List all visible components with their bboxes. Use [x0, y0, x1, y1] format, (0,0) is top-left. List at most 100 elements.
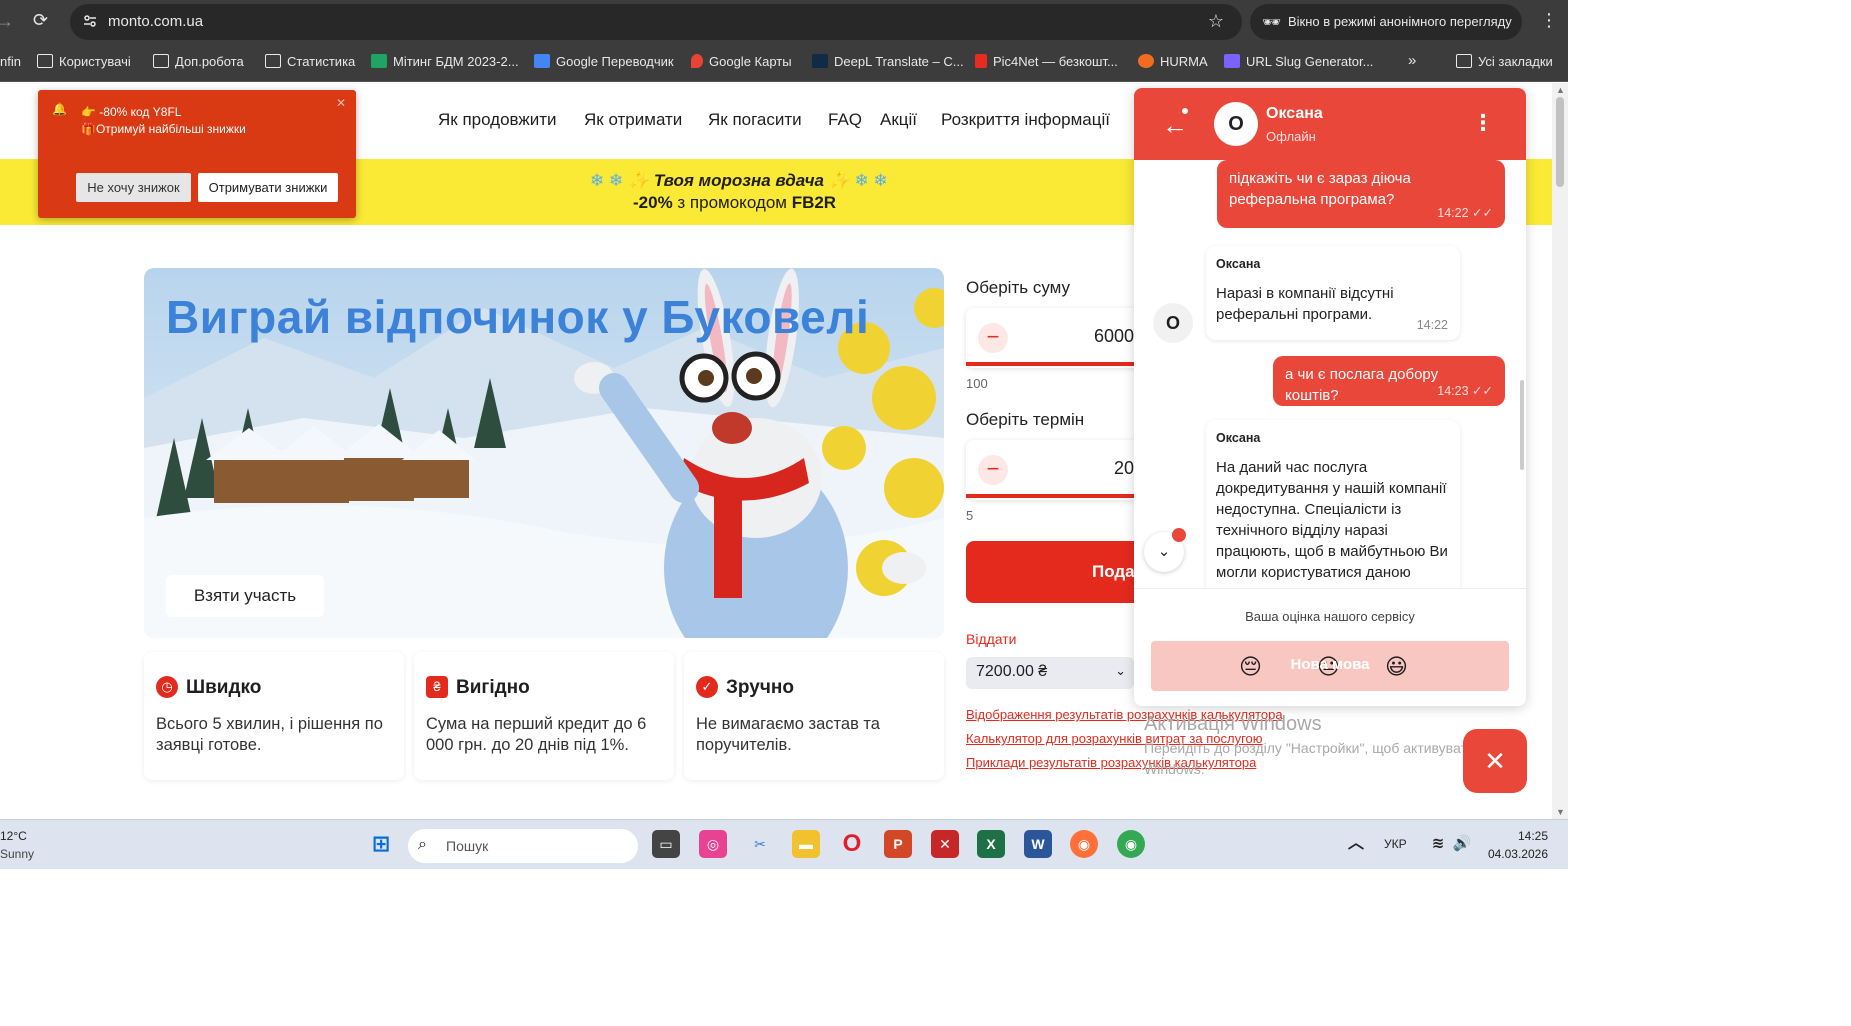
amount-label: Оберіть суму	[966, 278, 1071, 297]
reload-icon[interactable]: ⟳	[33, 10, 48, 31]
back-arrow-icon[interactable]: →	[0, 11, 14, 32]
volume-icon[interactable]: 🔊	[1448, 830, 1476, 858]
bookmark-label: URL Slug Generator...	[1246, 54, 1374, 69]
bookmark-item[interactable]: Доп.робота	[153, 54, 244, 69]
close-icon[interactable]: ✕	[336, 96, 346, 110]
message-time: 14:22 ✓✓	[1437, 203, 1493, 224]
deepl-icon	[812, 54, 828, 68]
nav-link[interactable]: Розкриття інформації	[941, 110, 1110, 130]
page-scrollbar[interactable]: ▲ ▼	[1552, 83, 1568, 819]
message-incoming: Оксана Наразі в компанії відсутні рефера…	[1206, 246, 1460, 340]
term-decrease-button[interactable]: −	[978, 455, 1008, 485]
amount-field[interactable]: − 6000	[966, 308, 1146, 368]
address-bar[interactable]: monto.com.ua ☆	[70, 4, 1242, 40]
copilot-icon[interactable]: ◎	[699, 830, 727, 858]
amount-slider[interactable]	[966, 362, 1146, 366]
bookmark-item[interactable]: Google Карты	[691, 54, 792, 69]
clock-date[interactable]: 04.03.2026	[1474, 847, 1548, 861]
feature-desc: Не вимагаємо застав та поручителів.	[696, 715, 880, 754]
bookmark-item[interactable]: Pic4Net — безкошт...	[975, 54, 1118, 69]
tray-chevron-up-icon[interactable]: ︿	[1342, 830, 1370, 858]
windows-taskbar: 12°C Sunny ⊞ ⌕ Пошук ▭ ◎ ✂ ▬ O P ✕ X W ◉…	[0, 819, 1568, 869]
folder-icon	[153, 54, 169, 68]
bookmark-star-icon[interactable]: ☆	[1208, 11, 1224, 32]
feature-desc: Всього 5 хвилин, і рішення по заявці гот…	[156, 715, 383, 754]
browser-menu-icon[interactable]: ⋮	[1540, 10, 1558, 31]
term-field[interactable]: − 20	[966, 440, 1146, 500]
submit-application-button[interactable]: Пода	[966, 541, 1146, 603]
accept-discounts-button[interactable]: Отримувати знижки	[198, 173, 338, 202]
pic4net-icon	[975, 54, 987, 68]
new-language-label[interactable]: Нова мова	[1151, 656, 1509, 673]
firefox-icon[interactable]: ◉	[1070, 830, 1098, 858]
bookmark-label: Статистика	[287, 54, 356, 69]
snipping-tool-icon[interactable]: ✂	[746, 830, 774, 858]
powerpoint-icon[interactable]: P	[884, 830, 912, 858]
calc-examples-link[interactable]: Приклади результатів розрахунків калькул…	[966, 755, 1256, 770]
incognito-indicator[interactable]: 🕶 Вікно в режимі анонімного перегляду	[1250, 4, 1522, 40]
bell-icon: 🔔	[52, 102, 67, 116]
search-placeholder: Пошук	[446, 838, 489, 854]
nav-link[interactable]: Акції	[880, 110, 917, 130]
scroll-down-button[interactable]: ⌄	[1144, 528, 1186, 572]
windows-start-icon[interactable]: ⊞	[367, 830, 395, 858]
bookmark-item[interactable]: DeepL Translate – С...	[812, 54, 964, 69]
agent-avatar-small: О	[1153, 303, 1193, 343]
bookmark-label: Google Карты	[709, 54, 792, 69]
rating-bar: 😔 😐 😃 Нова мова	[1151, 641, 1509, 691]
chrome-icon[interactable]: ◉	[1117, 830, 1145, 858]
bookmark-item[interactable]: Статистика	[265, 54, 355, 69]
push-message: 👉 -80% код Y8FL 🎁Отримуй найбільші знижк…	[81, 104, 281, 138]
chat-scrollbar[interactable]	[1520, 380, 1524, 470]
pdf-icon[interactable]: ✕	[931, 830, 959, 858]
feature-desc: Сума на перший кредит до 6 000 грн. до 2…	[426, 715, 647, 754]
agent-name: Оксана	[1266, 105, 1323, 122]
feature-card-convenient: ✓ Зручно Не вимагаємо застав та поручите…	[684, 652, 944, 780]
excel-icon[interactable]: X	[977, 830, 1005, 858]
folder-icon	[265, 54, 281, 68]
bookmarks-overflow-icon[interactable]: »	[1408, 52, 1416, 69]
chevron-down-icon: ⌄	[1115, 663, 1126, 678]
file-explorer-icon[interactable]: ▬	[792, 830, 820, 858]
scroll-down-arrow-icon[interactable]: ▼	[1556, 807, 1565, 817]
site-info-icon[interactable]	[82, 13, 100, 31]
chat-close-button[interactable]: ✕	[1463, 729, 1527, 793]
nav-link[interactable]: FAQ	[828, 110, 862, 130]
amount-decrease-button[interactable]: −	[978, 323, 1008, 353]
bookmark-item[interactable]: URL Slug Generator...	[1224, 54, 1373, 69]
scroll-thumb[interactable]	[1556, 97, 1564, 187]
term-slider[interactable]	[966, 494, 1146, 498]
bookmark-item[interactable]: HURMA	[1138, 54, 1208, 69]
nav-link[interactable]: Як продовжити	[438, 110, 557, 130]
task-view-icon[interactable]: ▭	[652, 830, 680, 858]
word-icon[interactable]: W	[1024, 830, 1052, 858]
more-options-icon[interactable]: ⋮	[1472, 110, 1494, 136]
bookmark-item[interactable]: Мітинг БДМ 2023-2...	[371, 54, 519, 69]
nav-link[interactable]: Як отримати	[584, 110, 682, 130]
weather-temp[interactable]: 12°C	[0, 829, 27, 843]
incognito-icon: 🕶	[1262, 14, 1282, 31]
clock-time[interactable]: 14:25	[1488, 829, 1548, 843]
keyboard-language[interactable]: УКР	[1384, 837, 1407, 851]
nav-link[interactable]: Як погасити	[708, 110, 802, 130]
opera-icon[interactable]: O	[838, 830, 866, 858]
agent-status: Офлайн	[1266, 129, 1316, 144]
taskbar-search[interactable]: ⌕ Пошук	[408, 829, 638, 863]
message-text: Наразі в компанії відсутні реферальні пр…	[1216, 285, 1394, 323]
scroll-up-arrow-icon[interactable]: ▲	[1556, 85, 1565, 95]
term-label: Оберіть термін	[966, 410, 1085, 429]
participate-button[interactable]: Взяти участь	[166, 575, 324, 617]
push-line-1: -80% код Y8FL	[99, 105, 182, 119]
bookmark-label: HURMA	[1160, 54, 1208, 69]
weather-desc[interactable]: Sunny	[0, 847, 34, 861]
decline-discounts-button[interactable]: Не хочу знижок	[76, 173, 191, 202]
bookmark-item[interactable]: nfin	[0, 54, 21, 69]
rating-question: Ваша оцінка нашого сервісу	[1245, 609, 1415, 624]
hero-banner[interactable]: Виграй відпочинок у Буковелі Взяти участ…	[144, 268, 944, 638]
repay-select[interactable]: 7200.00 ₴ ⌄	[966, 657, 1134, 689]
bookmark-item[interactable]: Google Переводчик	[534, 54, 674, 69]
chat-messages: підкажіть чи є зараз діюча реферальна пр…	[1134, 160, 1526, 588]
bookmark-item[interactable]: Користувачі	[37, 54, 131, 69]
time-text: 14:22	[1437, 206, 1469, 220]
bookmark-item[interactable]: Усі закладки	[1456, 54, 1553, 69]
